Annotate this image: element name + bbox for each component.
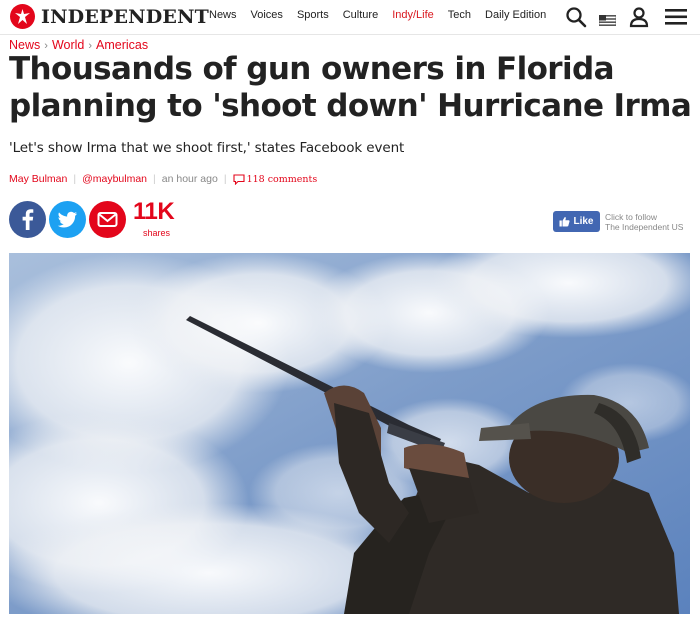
follow-line-1: Click to follow (605, 212, 657, 222)
comments-link[interactable]: 118 comments (233, 173, 318, 185)
headline-line-2: planning to 'shoot down' Hurricane Irma (9, 88, 692, 124)
photo-sky-hunter (9, 253, 690, 614)
byline-divider: | (223, 173, 227, 185)
nav-item-tech[interactable]: Tech (448, 9, 471, 21)
follow-prompt: Click to follow The Independent US (605, 212, 683, 232)
breadcrumb-item-world[interactable]: World (52, 38, 84, 52)
email-share-button[interactable] (89, 201, 126, 238)
author-name[interactable]: May Bulman (9, 173, 67, 185)
byline-divider: | (73, 173, 77, 185)
breadcrumb: News › World › Americas (9, 38, 148, 52)
byline: May Bulman | @maybulman | an hour ago | … (9, 173, 317, 185)
facebook-icon (22, 209, 34, 230)
article-standfirst: 'Let's show Irma that we shoot first,' s… (9, 140, 405, 156)
menu-icon[interactable] (664, 7, 688, 31)
thumbs-up-icon (559, 217, 571, 227)
byline-divider: | (153, 173, 156, 185)
site-logo[interactable]: INDEPENDENT (10, 4, 209, 29)
headline-line-1: Thousands of gun owners in Florida (9, 51, 615, 87)
eagle-logo-icon (10, 4, 35, 29)
like-label: Like (573, 216, 594, 227)
author-handle[interactable]: @maybulman (82, 173, 147, 185)
facebook-share-button[interactable] (9, 201, 46, 238)
nav-item-sports[interactable]: Sports (297, 9, 329, 21)
nav-item-daily-edition[interactable]: Daily Edition (485, 9, 546, 21)
follow-line-2: The Independent US (605, 222, 684, 232)
nav-item-news[interactable]: News (209, 9, 237, 21)
nav-item-indy-life[interactable]: Indy/Life (392, 9, 434, 21)
main-nav: News Voices Sports Culture Indy/Life Tec… (209, 9, 560, 21)
breadcrumb-item-americas[interactable]: Americas (96, 38, 148, 52)
nav-item-culture[interactable]: Culture (343, 9, 378, 21)
comments-count: 118 comments (246, 173, 318, 185)
share-count-label: shares (143, 228, 171, 238)
breadcrumb-item-news[interactable]: News (9, 38, 40, 52)
article-headline: Thousands of gun owners in Florida plann… (9, 51, 699, 125)
article-hero-image (9, 253, 690, 614)
publish-time: an hour ago (161, 173, 218, 185)
twitter-icon (57, 211, 77, 228)
us-flag-icon[interactable] (598, 11, 617, 30)
search-icon[interactable] (565, 6, 587, 32)
comment-bubble-icon (233, 173, 245, 185)
email-icon (97, 212, 118, 227)
twitter-share-button[interactable] (49, 201, 86, 238)
facebook-like-button[interactable]: Like (553, 211, 600, 232)
nav-item-voices[interactable]: Voices (251, 9, 283, 21)
account-icon[interactable] (628, 6, 650, 32)
share-count: 11K (133, 198, 175, 225)
site-header: INDEPENDENT News Voices Sports Culture I… (0, 0, 700, 35)
brand-name: INDEPENDENT (41, 5, 210, 28)
